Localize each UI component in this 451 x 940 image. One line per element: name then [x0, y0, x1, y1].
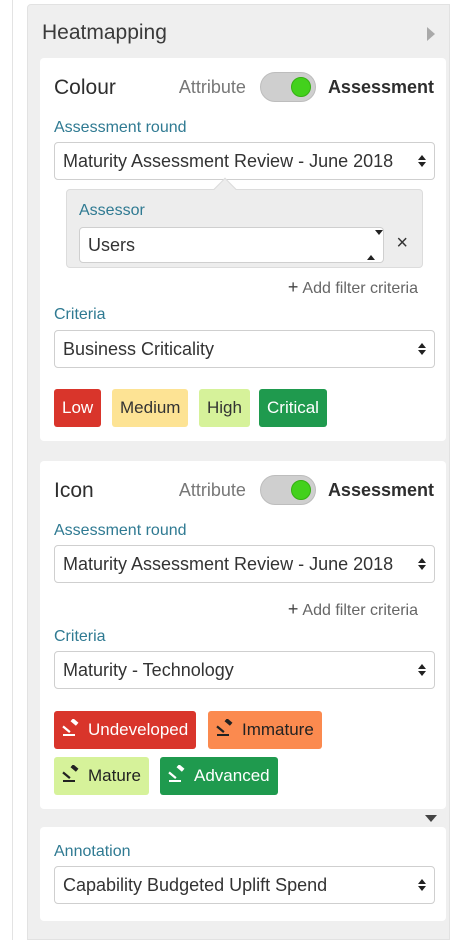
- gavel-icon: [62, 718, 88, 742]
- annotation-label: Annotation: [54, 843, 131, 860]
- legend-chip-label: High: [207, 398, 242, 417]
- icon-toggle-switch[interactable]: [259, 475, 316, 505]
- select-arrows-icon: [414, 664, 430, 676]
- gavel-icon: [62, 764, 88, 788]
- icon-criteria-select[interactable]: Maturity - Technology: [54, 651, 435, 689]
- icon-card: Icon Attribute Assessment Assessment rou…: [40, 461, 446, 809]
- toggle-attribute-label[interactable]: Attribute: [179, 77, 246, 98]
- toggle-knob: [290, 480, 311, 500]
- select-arrows-icon: [414, 343, 430, 355]
- gavel-icon: [168, 764, 194, 788]
- gavel-icon: [216, 718, 242, 742]
- select-arrows-icon: [414, 558, 430, 570]
- toggle-attribute-label[interactable]: Attribute: [179, 480, 246, 501]
- annotation-value: Capability Budgeted Uplift Spend: [63, 874, 328, 895]
- legend-chip-label: Low: [62, 398, 94, 417]
- colour-mode-toggle: Attribute Assessment: [179, 72, 434, 102]
- assessor-value: Users: [88, 234, 136, 255]
- legend-chip-label: Advanced: [194, 766, 270, 785]
- toggle-assessment-label[interactable]: Assessment: [328, 480, 434, 501]
- criteria-value: Business Criticality: [63, 338, 215, 359]
- add-filter-link[interactable]: + Add filter criteria: [288, 277, 418, 298]
- assessment-round-label: Assessment round: [54, 522, 187, 539]
- legend-chip-label: Immature: [242, 720, 314, 739]
- legend-chip-mature: Mature: [54, 757, 149, 795]
- plus-icon: +: [287, 599, 299, 619]
- filter-notch: [213, 177, 237, 201]
- add-filter-label: Add filter criteria: [302, 280, 418, 297]
- assessment-round-label: Assessment round: [54, 119, 187, 136]
- assessor-select[interactable]: Users: [79, 227, 384, 263]
- colour-title: Colour: [54, 76, 116, 99]
- panel-title: Heatmapping: [42, 21, 167, 44]
- remove-filter-icon[interactable]: ×: [396, 232, 408, 255]
- legend-chip-label: Undeveloped: [88, 720, 189, 739]
- select-arrows-icon: [367, 229, 383, 260]
- select-arrows-icon: [414, 155, 430, 167]
- caret-down-icon[interactable]: [425, 815, 437, 822]
- criteria-select[interactable]: Business Criticality: [54, 330, 435, 368]
- legend-chip-label: Medium: [120, 398, 181, 417]
- left-border: [12, 0, 13, 940]
- icon-assessment-round-select[interactable]: Maturity Assessment Review - June 2018: [54, 545, 435, 583]
- add-filter-link[interactable]: + Add filter criteria: [288, 599, 418, 620]
- annotation-select[interactable]: Capability Budgeted Uplift Spend: [54, 866, 435, 904]
- criteria-label: Criteria: [54, 628, 106, 645]
- annotation-card: Annotation Capability Budgeted Uplift Sp…: [40, 827, 446, 921]
- collapse-arrow-icon[interactable]: [427, 27, 435, 41]
- plus-icon: +: [287, 277, 299, 297]
- legend-chip-critical: Critical: [259, 389, 327, 427]
- icon-mode-toggle: Attribute Assessment: [179, 475, 434, 505]
- criteria-value: Maturity - Technology: [63, 659, 234, 680]
- assessment-round-value: Maturity Assessment Review - June 2018: [63, 553, 394, 574]
- legend-chip-advanced: Advanced: [160, 757, 278, 795]
- legend-chip-medium: Medium: [112, 389, 189, 427]
- add-filter-label: Add filter criteria: [302, 602, 418, 619]
- legend-chip-low: Low: [54, 389, 102, 427]
- assessor-filter-box: Assessor Users ×: [66, 177, 423, 268]
- icon-title: Icon: [54, 479, 94, 502]
- heatmapping-panel: Heatmapping Colour Attribute Assessment …: [27, 4, 450, 940]
- legend-chip-immature: Immature: [208, 711, 322, 749]
- colour-toggle-switch[interactable]: [259, 72, 316, 102]
- assessment-round-value: Maturity Assessment Review - June 2018: [63, 150, 394, 171]
- legend-chip-high: High: [199, 389, 250, 427]
- assessor-label: Assessor: [79, 202, 145, 219]
- toggle-knob: [290, 77, 311, 97]
- legend-chip-undeveloped: Undeveloped: [54, 711, 197, 749]
- legend-chip-label: Critical: [267, 398, 319, 417]
- colour-card: Colour Attribute Assessment Assessment r…: [40, 58, 446, 441]
- toggle-assessment-label[interactable]: Assessment: [328, 77, 434, 98]
- assessment-round-select[interactable]: Maturity Assessment Review - June 2018: [54, 142, 435, 180]
- legend-chip-label: Mature: [88, 766, 141, 785]
- select-arrows-icon: [414, 879, 430, 891]
- criteria-label: Criteria: [54, 306, 106, 323]
